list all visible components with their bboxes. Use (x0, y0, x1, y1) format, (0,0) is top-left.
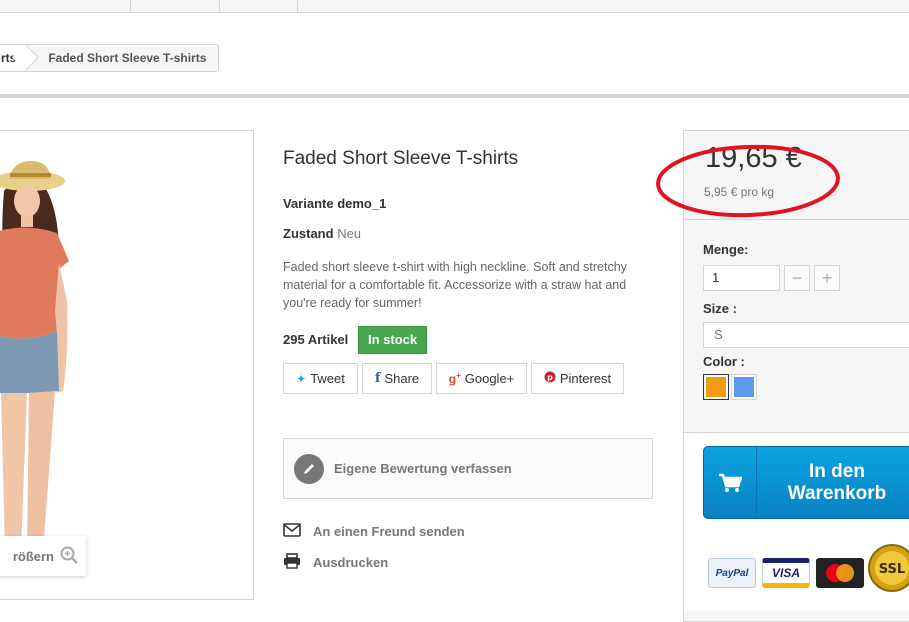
breadcrumb-parent-link[interactable]: rts (0, 45, 27, 71)
product-variant: Variante demo_1 (283, 196, 387, 211)
svg-text:p: p (547, 373, 553, 382)
tweet-button[interactable]: ✦ Tweet (283, 363, 358, 394)
zoom-label: rößern (12, 548, 54, 564)
facebook-icon: f (374, 371, 381, 386)
product-quantity: 295 Artikel (283, 332, 349, 347)
add-to-cart-line1: In den (809, 460, 865, 482)
send-to-friend-label: An einen Freund senden (313, 524, 465, 539)
google-plus-icon: g+ (448, 371, 461, 386)
top-nav-strip (0, 0, 909, 13)
top-nav-tab[interactable] (130, 0, 131, 12)
ssl-seal-icon: SSL (868, 542, 909, 594)
size-select[interactable]: S (703, 322, 909, 348)
print-link[interactable]: Ausdrucken (283, 553, 388, 572)
share-label: Share (384, 371, 420, 386)
google-label: Google+ (464, 371, 515, 386)
pinterest-icon: p (544, 371, 556, 386)
section-divider (0, 94, 909, 98)
twitter-icon: ✦ (296, 371, 307, 386)
magnifier-icon (60, 546, 78, 567)
print-label: Ausdrucken (313, 555, 389, 570)
mastercard-logo (816, 558, 864, 588)
color-swatch-blue[interactable] (731, 374, 757, 400)
mastercard-circles-icon (826, 564, 854, 582)
condition-label: Zustand (283, 226, 334, 241)
add-to-cart-button[interactable]: In den Warenkorb (703, 446, 909, 519)
pinterest-label: Pinterest (559, 371, 612, 386)
quantity-decrease-button[interactable]: − (784, 265, 810, 291)
plus-icon: + (821, 267, 833, 288)
quantity-label: Menge: (703, 242, 749, 257)
product-condition: Zustand Neu (283, 226, 361, 241)
paypal-logo: PayPal (708, 558, 756, 588)
product-title: Faded Short Sleeve T-shirts (283, 148, 519, 169)
top-nav-tab[interactable] (219, 0, 220, 12)
write-review-button[interactable]: Eigene Bewertung verfassen (283, 438, 653, 499)
cart-icon (704, 447, 757, 518)
condition-value: Neu (337, 226, 362, 241)
facebook-share-button[interactable]: f Share (362, 363, 432, 394)
product-image[interactable] (0, 130, 254, 600)
quantity-increase-button[interactable]: + (814, 265, 840, 291)
model-photo (0, 161, 69, 551)
google-plus-button[interactable]: g+ Google+ (436, 363, 527, 394)
size-label: Size : (703, 301, 737, 316)
ssl-seal-text: SSL (879, 562, 905, 577)
zoom-button[interactable]: rößern (0, 536, 86, 576)
breadcrumb: rts Faded Short Sleeve T-shirts (0, 44, 220, 72)
stock-badge: In stock (358, 326, 428, 354)
envelope-icon (283, 523, 301, 540)
pencil-icon (294, 453, 324, 484)
minus-icon: − (791, 267, 803, 288)
write-review-label: Eigene Bewertung verfassen (334, 461, 512, 476)
quantity-input[interactable]: 1 (703, 265, 780, 291)
visa-logo: VISA (762, 558, 810, 588)
color-label: Color : (703, 354, 745, 369)
send-to-friend-link[interactable]: An einen Freund senden (283, 523, 465, 540)
red-annotation-ellipse (656, 144, 840, 218)
pinterest-button[interactable]: p Pinterest (531, 363, 624, 394)
add-to-cart-line2: Warenkorb (787, 482, 887, 504)
tweet-label: Tweet (310, 371, 345, 386)
top-nav-tab[interactable] (297, 0, 298, 12)
breadcrumb-current: Faded Short Sleeve T-shirts (48, 51, 207, 65)
printer-icon (283, 553, 301, 572)
color-swatch-orange[interactable] (703, 374, 729, 400)
product-description: Faded short sleeve t-shirt with high nec… (283, 260, 627, 310)
